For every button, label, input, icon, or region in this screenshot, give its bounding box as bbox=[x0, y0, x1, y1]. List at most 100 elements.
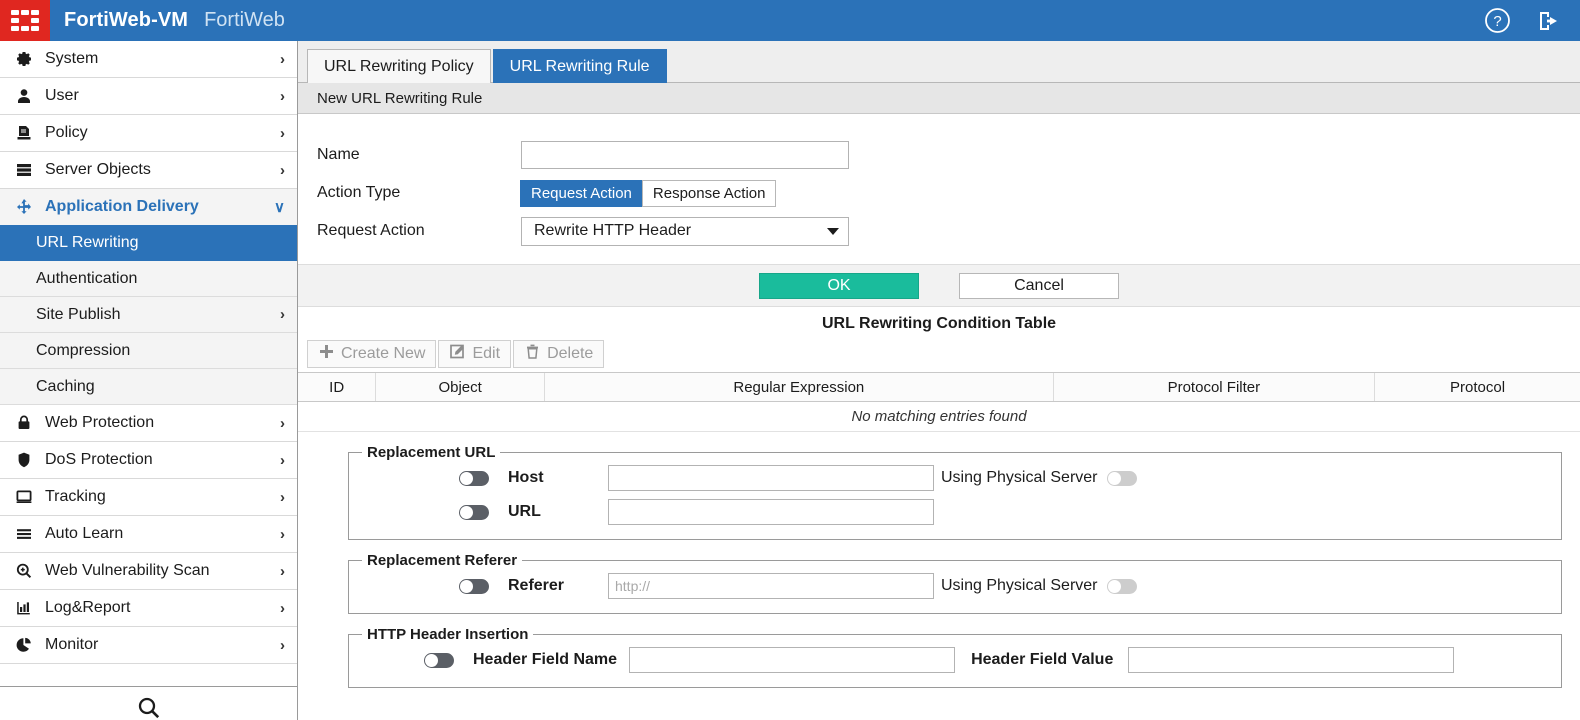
ok-button-label: OK bbox=[827, 277, 850, 295]
sidebar-item-label: Monitor bbox=[45, 636, 280, 654]
rule-form: Name Action Type Request Action Response… bbox=[298, 114, 1580, 250]
help-circle-icon[interactable]: ? bbox=[1482, 6, 1512, 36]
cancel-button[interactable]: Cancel bbox=[959, 273, 1119, 299]
sidebar-item-tracking[interactable]: Tracking › bbox=[0, 479, 297, 515]
tab-url-rewriting-policy[interactable]: URL Rewriting Policy bbox=[307, 49, 491, 83]
segment-label: Request Action bbox=[531, 185, 632, 202]
bar-chart-icon bbox=[12, 598, 36, 618]
search-plus-icon bbox=[12, 561, 36, 581]
header-field-name-input[interactable] bbox=[629, 647, 955, 673]
chevron-right-icon: › bbox=[280, 306, 285, 323]
url-toggle[interactable] bbox=[459, 505, 489, 520]
replacement-referer-row: Referer Using Physical Server bbox=[359, 569, 1551, 603]
panel-title-text: New URL Rewriting Rule bbox=[317, 90, 482, 107]
chevron-right-icon: › bbox=[280, 527, 285, 542]
column-header-protocol-filter[interactable]: Protocol Filter bbox=[1054, 373, 1375, 401]
sidebar-item-dos-protection[interactable]: DoS Protection › bbox=[0, 442, 297, 478]
segment-label: Response Action bbox=[653, 185, 766, 202]
chevron-right-icon: › bbox=[280, 163, 285, 178]
application-delivery-submenu: URL Rewriting Authentication Site Publis… bbox=[0, 225, 297, 405]
sidebar-item-caching[interactable]: Caching bbox=[0, 369, 297, 405]
sidebar-item-web-vulnerability-scan[interactable]: Web Vulnerability Scan › bbox=[0, 553, 297, 589]
sidebar-navigation: System › User › Policy › Server bbox=[0, 41, 298, 720]
pie-chart-icon bbox=[12, 635, 36, 655]
request-action-select-wrapper: Rewrite HTTP Header bbox=[521, 217, 849, 246]
host-using-physical-server-toggle[interactable] bbox=[1107, 471, 1137, 486]
referer-label: Referer bbox=[508, 577, 608, 595]
sidebar-item-user[interactable]: User › bbox=[0, 78, 297, 114]
replacement-referer-fieldset: Replacement Referer Referer Using Physic… bbox=[348, 552, 1562, 614]
column-header-protocol[interactable]: Protocol bbox=[1375, 373, 1580, 401]
url-input[interactable] bbox=[608, 499, 934, 525]
form-action-bar: OK Cancel bbox=[298, 264, 1580, 307]
name-label: Name bbox=[317, 146, 521, 164]
host-input[interactable] bbox=[608, 465, 934, 491]
hamburger-icon bbox=[12, 524, 36, 544]
referer-using-physical-server-toggle[interactable] bbox=[1107, 579, 1137, 594]
chevron-right-icon: › bbox=[280, 89, 285, 104]
sidebar-subitem-label: Site Publish bbox=[36, 306, 280, 324]
sidebar-item-label: Tracking bbox=[45, 488, 280, 506]
sidebar-item-url-rewriting[interactable]: URL Rewriting bbox=[0, 225, 297, 261]
monitor-icon bbox=[12, 487, 36, 507]
action-type-request-action[interactable]: Request Action bbox=[520, 180, 643, 207]
sidebar-item-web-protection[interactable]: Web Protection › bbox=[0, 405, 297, 441]
plus-icon bbox=[318, 343, 335, 365]
sidebar-item-system[interactable]: System › bbox=[0, 41, 297, 77]
sidebar-item-application-delivery[interactable]: Application Delivery ∨ bbox=[0, 189, 297, 225]
name-input[interactable] bbox=[521, 141, 849, 169]
fortinet-logo-icon bbox=[11, 10, 39, 32]
ok-button[interactable]: OK bbox=[759, 273, 919, 299]
chevron-right-icon: › bbox=[280, 453, 285, 468]
host-toggle[interactable] bbox=[459, 471, 489, 486]
request-action-select[interactable]: Rewrite HTTP Header bbox=[521, 217, 849, 246]
column-header-regular-expression[interactable]: Regular Expression bbox=[545, 373, 1054, 401]
search-icon[interactable] bbox=[136, 687, 162, 720]
sidebar-subitem-label: Authentication bbox=[36, 270, 285, 288]
create-new-button[interactable]: Create New bbox=[307, 340, 436, 368]
host-using-physical-server-label: Using Physical Server bbox=[941, 469, 1098, 487]
replacement-url-host-row: Host Using Physical Server bbox=[359, 461, 1551, 495]
tab-url-rewriting-rule[interactable]: URL Rewriting Rule bbox=[493, 49, 667, 83]
sidebar-item-authentication[interactable]: Authentication bbox=[0, 261, 297, 297]
request-action-label: Request Action bbox=[317, 222, 521, 240]
header-insertion-toggle[interactable] bbox=[424, 653, 454, 668]
sidebar-search-bar[interactable] bbox=[0, 686, 297, 720]
toolbar-button-label: Delete bbox=[547, 345, 593, 363]
sidebar-subitem-label: Caching bbox=[36, 378, 285, 396]
gear-icon bbox=[12, 49, 36, 69]
header-field-value-input[interactable] bbox=[1128, 647, 1454, 673]
edit-button[interactable]: Edit bbox=[438, 340, 511, 368]
fortiweb-admin-page: FortiWeb-VM FortiWeb ? bbox=[0, 0, 1580, 720]
sidebar-item-compression[interactable]: Compression bbox=[0, 333, 297, 369]
replacement-referer-legend: Replacement Referer bbox=[362, 552, 522, 569]
referer-toggle[interactable] bbox=[459, 579, 489, 594]
url-label: URL bbox=[508, 503, 608, 521]
svg-text:?: ? bbox=[1493, 13, 1501, 30]
sidebar-item-monitor[interactable]: Monitor › bbox=[0, 627, 297, 663]
column-header-id[interactable]: ID bbox=[298, 373, 376, 401]
fortinet-logo[interactable] bbox=[0, 0, 50, 41]
chevron-right-icon: › bbox=[280, 126, 285, 141]
sidebar-item-site-publish[interactable]: Site Publish › bbox=[0, 297, 297, 333]
sidebar-item-label: Auto Learn bbox=[45, 525, 280, 543]
user-icon bbox=[12, 86, 36, 106]
request-action-selected-value: Rewrite HTTP Header bbox=[534, 222, 691, 240]
sidebar-item-log-report[interactable]: Log&Report › bbox=[0, 590, 297, 626]
sidebar-item-server-objects[interactable]: Server Objects › bbox=[0, 152, 297, 188]
action-type-response-action[interactable]: Response Action bbox=[642, 180, 777, 207]
chevron-down-icon[interactable] bbox=[827, 228, 839, 235]
sidebar-item-policy[interactable]: Policy › bbox=[0, 115, 297, 151]
referer-input[interactable] bbox=[608, 573, 934, 599]
chevron-right-icon: › bbox=[280, 638, 285, 653]
column-header-object[interactable]: Object bbox=[376, 373, 545, 401]
edit-icon bbox=[449, 343, 466, 365]
sidebar-item-label: System bbox=[45, 50, 280, 68]
delete-button[interactable]: Delete bbox=[513, 340, 604, 368]
condition-table-empty-message: No matching entries found bbox=[298, 402, 1580, 432]
shield-icon bbox=[12, 450, 36, 470]
logout-icon[interactable] bbox=[1534, 6, 1564, 36]
sidebar-item-auto-learn[interactable]: Auto Learn › bbox=[0, 516, 297, 552]
tab-strip: URL Rewriting Policy URL Rewriting Rule bbox=[298, 41, 1580, 83]
form-row-name: Name bbox=[298, 136, 1580, 174]
